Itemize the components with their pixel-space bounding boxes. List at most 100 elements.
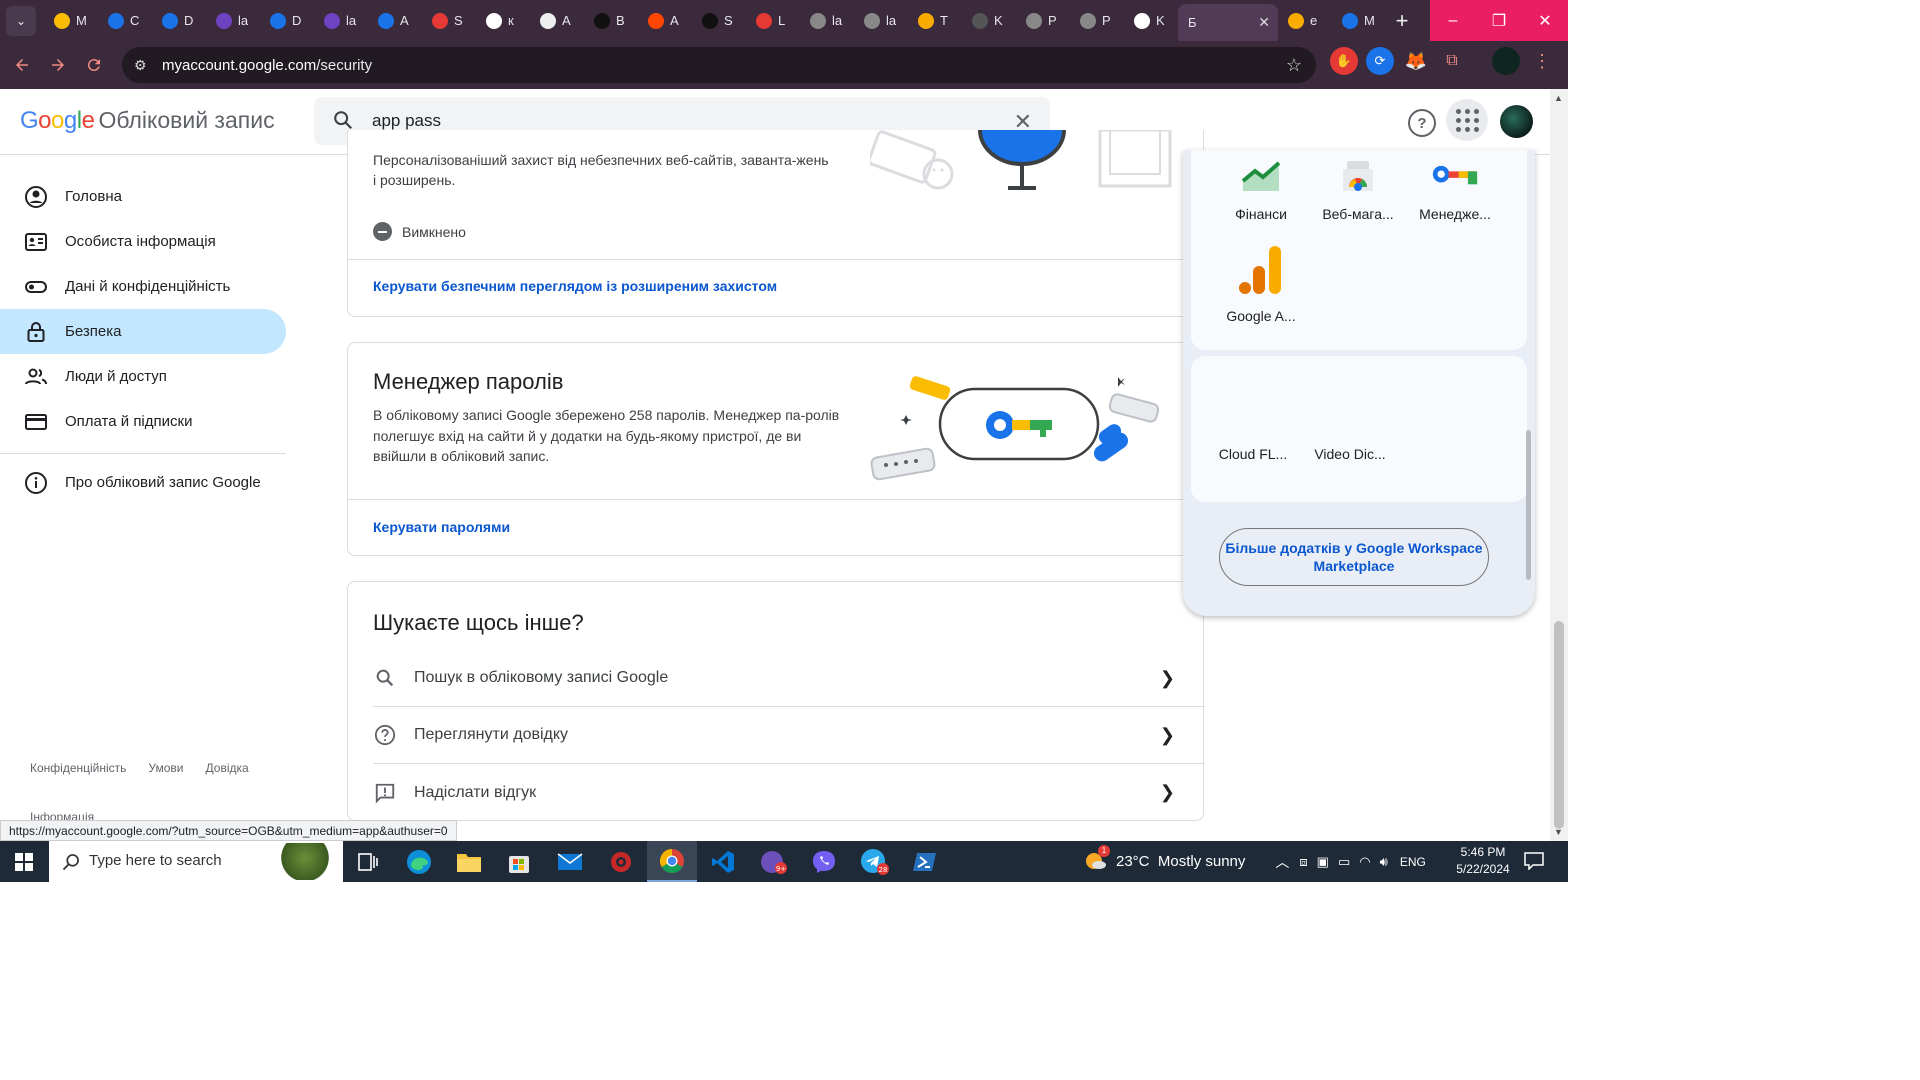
app-finance[interactable]: Фінанси [1213,156,1309,222]
tray-device-icon[interactable]: ⧈ [1299,854,1307,870]
chat-app-icon[interactable]: 9+ [749,841,799,882]
metamask-fox-icon[interactable]: 🦊 [1402,47,1430,75]
app-cloud-fl[interactable]: Cloud FL... [1205,446,1301,462]
extension-blue-icon[interactable]: ⟳ [1366,47,1394,75]
sidebar-item-about[interactable]: Про обліковий запис Google [0,460,286,505]
viber-icon[interactable] [799,841,849,882]
telegram-icon[interactable]: 28 [850,841,900,882]
browser-tab[interactable]: e [1278,6,1332,36]
browser-tab[interactable]: T [908,6,962,36]
manage-safe-browsing-link[interactable]: Керувати безпечним переглядом із розшире… [373,278,777,294]
help-link[interactable]: Довідка [206,761,249,775]
weather-text[interactable]: 23°C Mostly sunny [1116,853,1245,870]
browser-tab[interactable]: к [476,6,530,36]
taskbar-search-box[interactable]: Type here to search [49,841,343,882]
browser-tab[interactable]: M [1332,6,1386,36]
weather-sun-icon[interactable]: 1 [1084,844,1110,875]
address-bar[interactable]: ⚙ myaccount.google.com/security ☆ [122,47,1316,83]
browser-tab[interactable]: la [206,6,260,36]
app-password-manager[interactable]: Менедже... [1407,156,1503,222]
bookmark-star-icon[interactable]: ☆ [1286,55,1302,76]
tray-chevron-up-icon[interactable]: ︿ [1275,852,1289,872]
scroll-down-icon[interactable]: ▼ [1554,827,1563,837]
forward-button[interactable] [40,47,76,83]
site-info-icon[interactable]: ⚙ [134,57,156,74]
tab-title: M [1364,13,1375,28]
browser-tab[interactable]: A [368,6,422,36]
reload-button[interactable] [76,47,112,83]
browser-menu-icon[interactable]: ⋮ [1528,47,1556,75]
extensions-puzzle-icon[interactable]: ⧉ [1438,47,1466,75]
terms-link[interactable]: Умови [148,761,183,775]
microsoft-store-icon[interactable] [494,841,544,882]
minimize-button[interactable]: – [1430,0,1476,41]
browser-tab[interactable]: M [44,6,98,36]
sidebar-item-security[interactable]: Безпека [0,309,286,354]
sidebar-item-home[interactable]: Головна [0,174,286,219]
powershell-icon[interactable] [900,841,950,882]
language-indicator[interactable]: ENG [1400,855,1426,869]
browser-tab[interactable]: la [854,6,908,36]
profile-avatar-icon[interactable] [1492,47,1520,75]
new-tab-button[interactable]: + [1386,6,1418,36]
wifi-icon[interactable]: ◠ [1359,854,1370,870]
scroll-thumb[interactable] [1554,621,1564,829]
browser-tab[interactable]: K [1124,6,1178,36]
browser-tab[interactable]: L [746,6,800,36]
chrome-icon[interactable] [647,841,697,882]
browser-tab[interactable]: A [530,6,584,36]
scroll-up-icon[interactable]: ▲ [1554,93,1563,103]
more-workspace-apps-button[interactable]: Більше додатків у Google Workspace Marke… [1219,528,1489,586]
tab-search-dropdown-icon[interactable]: ⌄ [6,5,36,36]
browser-tab[interactable]: la [800,6,854,36]
mail-icon[interactable] [545,841,595,882]
edge-icon[interactable] [394,841,444,882]
browser-tab[interactable]: K [962,6,1016,36]
google-apps-grid-icon[interactable] [1446,99,1488,141]
extension-red-icon[interactable]: ✋ [1330,47,1358,75]
browser-tab[interactable]: S [692,6,746,36]
sidebar-item-data-privacy[interactable]: Дані й конфіденційність [0,264,286,309]
browser-tab[interactable]: S [422,6,476,36]
notification-center-icon[interactable] [1524,852,1544,875]
browser-tab[interactable]: D [152,6,206,36]
browser-tab[interactable]: C [98,6,152,36]
account-avatar[interactable] [1500,105,1533,138]
close-window-button[interactable]: ✕ [1522,0,1568,41]
vscode-icon[interactable] [698,841,748,882]
page-scrollbar[interactable]: ▲ ▼ [1550,89,1568,841]
browser-tab[interactable]: P [1070,6,1124,36]
sidebar-item-personal-info[interactable]: Особиста інформація [0,219,286,264]
browser-tab[interactable]: A [638,6,692,36]
privacy-link[interactable]: Конфіденційність [30,761,126,775]
browser-tab[interactable]: D [260,6,314,36]
app-web-store[interactable]: Веб-мага... [1310,156,1406,222]
browser-tab[interactable]: B [584,6,638,36]
battery-icon[interactable]: ▭ [1338,854,1350,870]
browser-tab[interactable]: P [1016,6,1070,36]
send-feedback-row[interactable]: Надіслати відгук ❯ [373,764,1205,821]
manage-passwords-link[interactable]: Керувати паролями [373,519,510,535]
file-explorer-icon[interactable] [444,841,494,882]
app-video-dic[interactable]: Video Dic... [1302,446,1398,462]
search-account-row[interactable]: Пошук в обліковому записі Google ❯ [373,650,1205,707]
tray-screen-icon[interactable]: ▣ [1317,854,1329,870]
sidebar-item-payments[interactable]: Оплата й підписки [0,399,286,444]
help-icon[interactable]: ? [1408,109,1436,137]
volume-icon[interactable]: 🔊︎ [1380,854,1388,870]
start-button[interactable] [0,841,48,882]
browser-tab[interactable]: Б ✕ [1178,4,1278,41]
google-account-logo[interactable]: Google Обліковий запис [20,107,275,135]
task-view-icon[interactable] [343,841,393,882]
clock[interactable]: 5:46 PM 5/22/2024 [1450,844,1516,878]
close-tab-icon[interactable]: ✕ [1258,14,1270,31]
restore-button[interactable]: ❐ [1476,0,1522,41]
back-button[interactable] [4,47,40,83]
app-google-analytics[interactable]: Google A... [1213,242,1309,324]
sidebar-item-people-sharing[interactable]: Люди й доступ [0,354,286,399]
browser-tab[interactable]: la [314,6,368,36]
security-app-icon[interactable] [596,841,646,882]
apps-panel-scrollbar[interactable] [1526,430,1531,580]
tab-title: Б [1188,15,1197,30]
view-help-row[interactable]: Переглянути довідку ❯ [373,707,1205,764]
